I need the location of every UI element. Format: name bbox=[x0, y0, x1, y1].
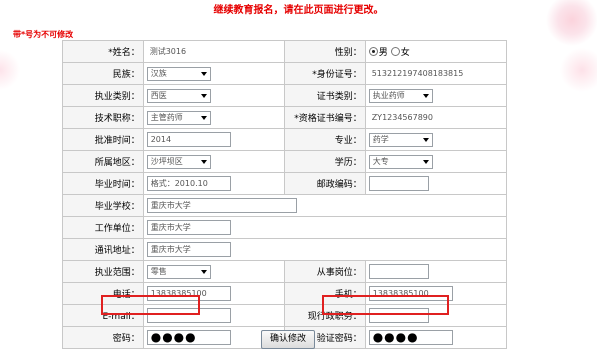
form-row: 执业范围： 零售 从事岗位： bbox=[62, 260, 508, 283]
postal-code-input[interactable] bbox=[368, 176, 429, 191]
practice-scope-label: 执业范围： bbox=[62, 260, 144, 283]
gender-label: 性别： bbox=[283, 40, 366, 63]
chevron-down-icon bbox=[200, 159, 207, 164]
certificate-category-label: 证书类别： bbox=[283, 84, 366, 107]
id-number-value: 513212197408183815 bbox=[371, 68, 464, 78]
password-label: 密码： bbox=[62, 326, 144, 349]
decorative-flowers-left bbox=[0, 40, 20, 110]
practice-scope-select-value: 零售 bbox=[150, 266, 167, 276]
required-note: 带*号为不可修改 bbox=[13, 30, 74, 39]
address-input[interactable]: 重庆市大学 bbox=[146, 242, 231, 257]
qualification-number-value: ZY1234567890 bbox=[371, 112, 433, 122]
form-row: 通讯地址： 重庆市大学 bbox=[62, 238, 508, 261]
form-row: 民族： 汉族 *身份证号： 513212197408183815 bbox=[62, 62, 508, 85]
current-position-label: 从事岗位： bbox=[283, 260, 366, 283]
form-row: 执业类别： 西医 证书类别： 执业药师 bbox=[62, 84, 508, 107]
form-row: 毕业学校： 重庆市大学 bbox=[62, 194, 508, 217]
ethnicity-select-value: 汉族 bbox=[150, 68, 167, 78]
chevron-down-icon bbox=[422, 93, 429, 98]
major-select-value: 药学 bbox=[372, 134, 389, 144]
gender-male-label: 男 bbox=[378, 48, 388, 58]
practice-category-select[interactable]: 西医 bbox=[146, 88, 211, 103]
id-number-label: *身份证号： bbox=[283, 62, 366, 85]
name-label: *姓名： bbox=[62, 40, 144, 63]
form-row: 毕业时间： 格式：2010.10 邮政编码： bbox=[62, 172, 508, 195]
graduation-school-label: 毕业学校： bbox=[62, 194, 144, 217]
major-label: 专业： bbox=[283, 128, 366, 151]
ethnicity-label: 民族： bbox=[62, 62, 144, 85]
chevron-down-icon bbox=[422, 137, 429, 142]
qualification-number-label: *资格证书编号： bbox=[283, 106, 366, 129]
education-select-value: 大专 bbox=[372, 156, 389, 166]
form-row: *姓名： 测试3016 性别： 男 女 bbox=[62, 40, 508, 63]
current-position-input[interactable] bbox=[368, 264, 429, 279]
form-row: 技术职称： 主管药师 *资格证书编号： ZY1234567890 bbox=[62, 106, 508, 129]
verify-password-input[interactable]: ●●●● bbox=[368, 330, 453, 345]
education-select[interactable]: 大专 bbox=[368, 154, 433, 169]
ethnicity-select[interactable]: 汉族 bbox=[146, 66, 211, 81]
region-select-value: 沙坪坝区 bbox=[150, 156, 183, 166]
graduation-time-input[interactable]: 格式：2010.10 bbox=[146, 176, 231, 191]
chevron-down-icon bbox=[200, 71, 207, 76]
chevron-down-icon bbox=[200, 269, 207, 274]
technical-title-select-value: 主管药师 bbox=[150, 112, 183, 122]
chevron-down-icon bbox=[200, 93, 207, 98]
approval-time-input[interactable]: 2014 bbox=[146, 132, 231, 147]
major-select[interactable]: 药学 bbox=[368, 132, 433, 147]
graduation-time-label: 毕业时间： bbox=[62, 172, 144, 195]
technical-title-label: 技术职称： bbox=[62, 106, 144, 129]
work-unit-label: 工作单位： bbox=[62, 216, 144, 239]
form-row: 所属地区： 沙坪坝区 学历： 大专 bbox=[62, 150, 508, 173]
name-value: 测试3016 bbox=[149, 47, 187, 56]
approval-time-label: 批准时间： bbox=[62, 128, 144, 151]
certificate-category-select-value: 执业药师 bbox=[372, 90, 405, 100]
form-row: 批准时间： 2014 专业： 药学 bbox=[62, 128, 508, 151]
form-row: 工作单位： 重庆市大学 bbox=[62, 216, 508, 239]
gender-female-label: 女 bbox=[400, 48, 410, 58]
decorative-flowers-right bbox=[542, 0, 597, 110]
region-select[interactable]: 沙坪坝区 bbox=[146, 154, 211, 169]
gender-female-radio[interactable] bbox=[390, 47, 400, 56]
chevron-down-icon bbox=[200, 115, 207, 120]
education-label: 学历： bbox=[283, 150, 366, 173]
password-input[interactable]: ●●●● bbox=[146, 330, 231, 345]
practice-category-select-value: 西医 bbox=[150, 90, 167, 100]
postal-code-label: 邮政编码： bbox=[283, 172, 366, 195]
chevron-down-icon bbox=[422, 159, 429, 164]
technical-title-select[interactable]: 主管药师 bbox=[146, 110, 211, 125]
practice-scope-select[interactable]: 零售 bbox=[146, 264, 211, 279]
region-label: 所属地区： bbox=[62, 150, 144, 173]
verify-password-highlight-box bbox=[322, 295, 449, 315]
work-unit-input[interactable]: 重庆市大学 bbox=[146, 220, 231, 235]
page-notice: 继续教育报名，请在此页面进行更改。 bbox=[213, 5, 384, 16]
password-highlight-box bbox=[101, 295, 200, 315]
address-label: 通讯地址： bbox=[62, 238, 144, 261]
practice-category-label: 执业类别： bbox=[62, 84, 144, 107]
gender-male-radio[interactable] bbox=[368, 47, 378, 56]
graduation-school-input[interactable]: 重庆市大学 bbox=[146, 198, 297, 213]
certificate-category-select[interactable]: 执业药师 bbox=[368, 88, 433, 103]
confirm-modify-button[interactable]: 确认修改 bbox=[261, 330, 315, 349]
